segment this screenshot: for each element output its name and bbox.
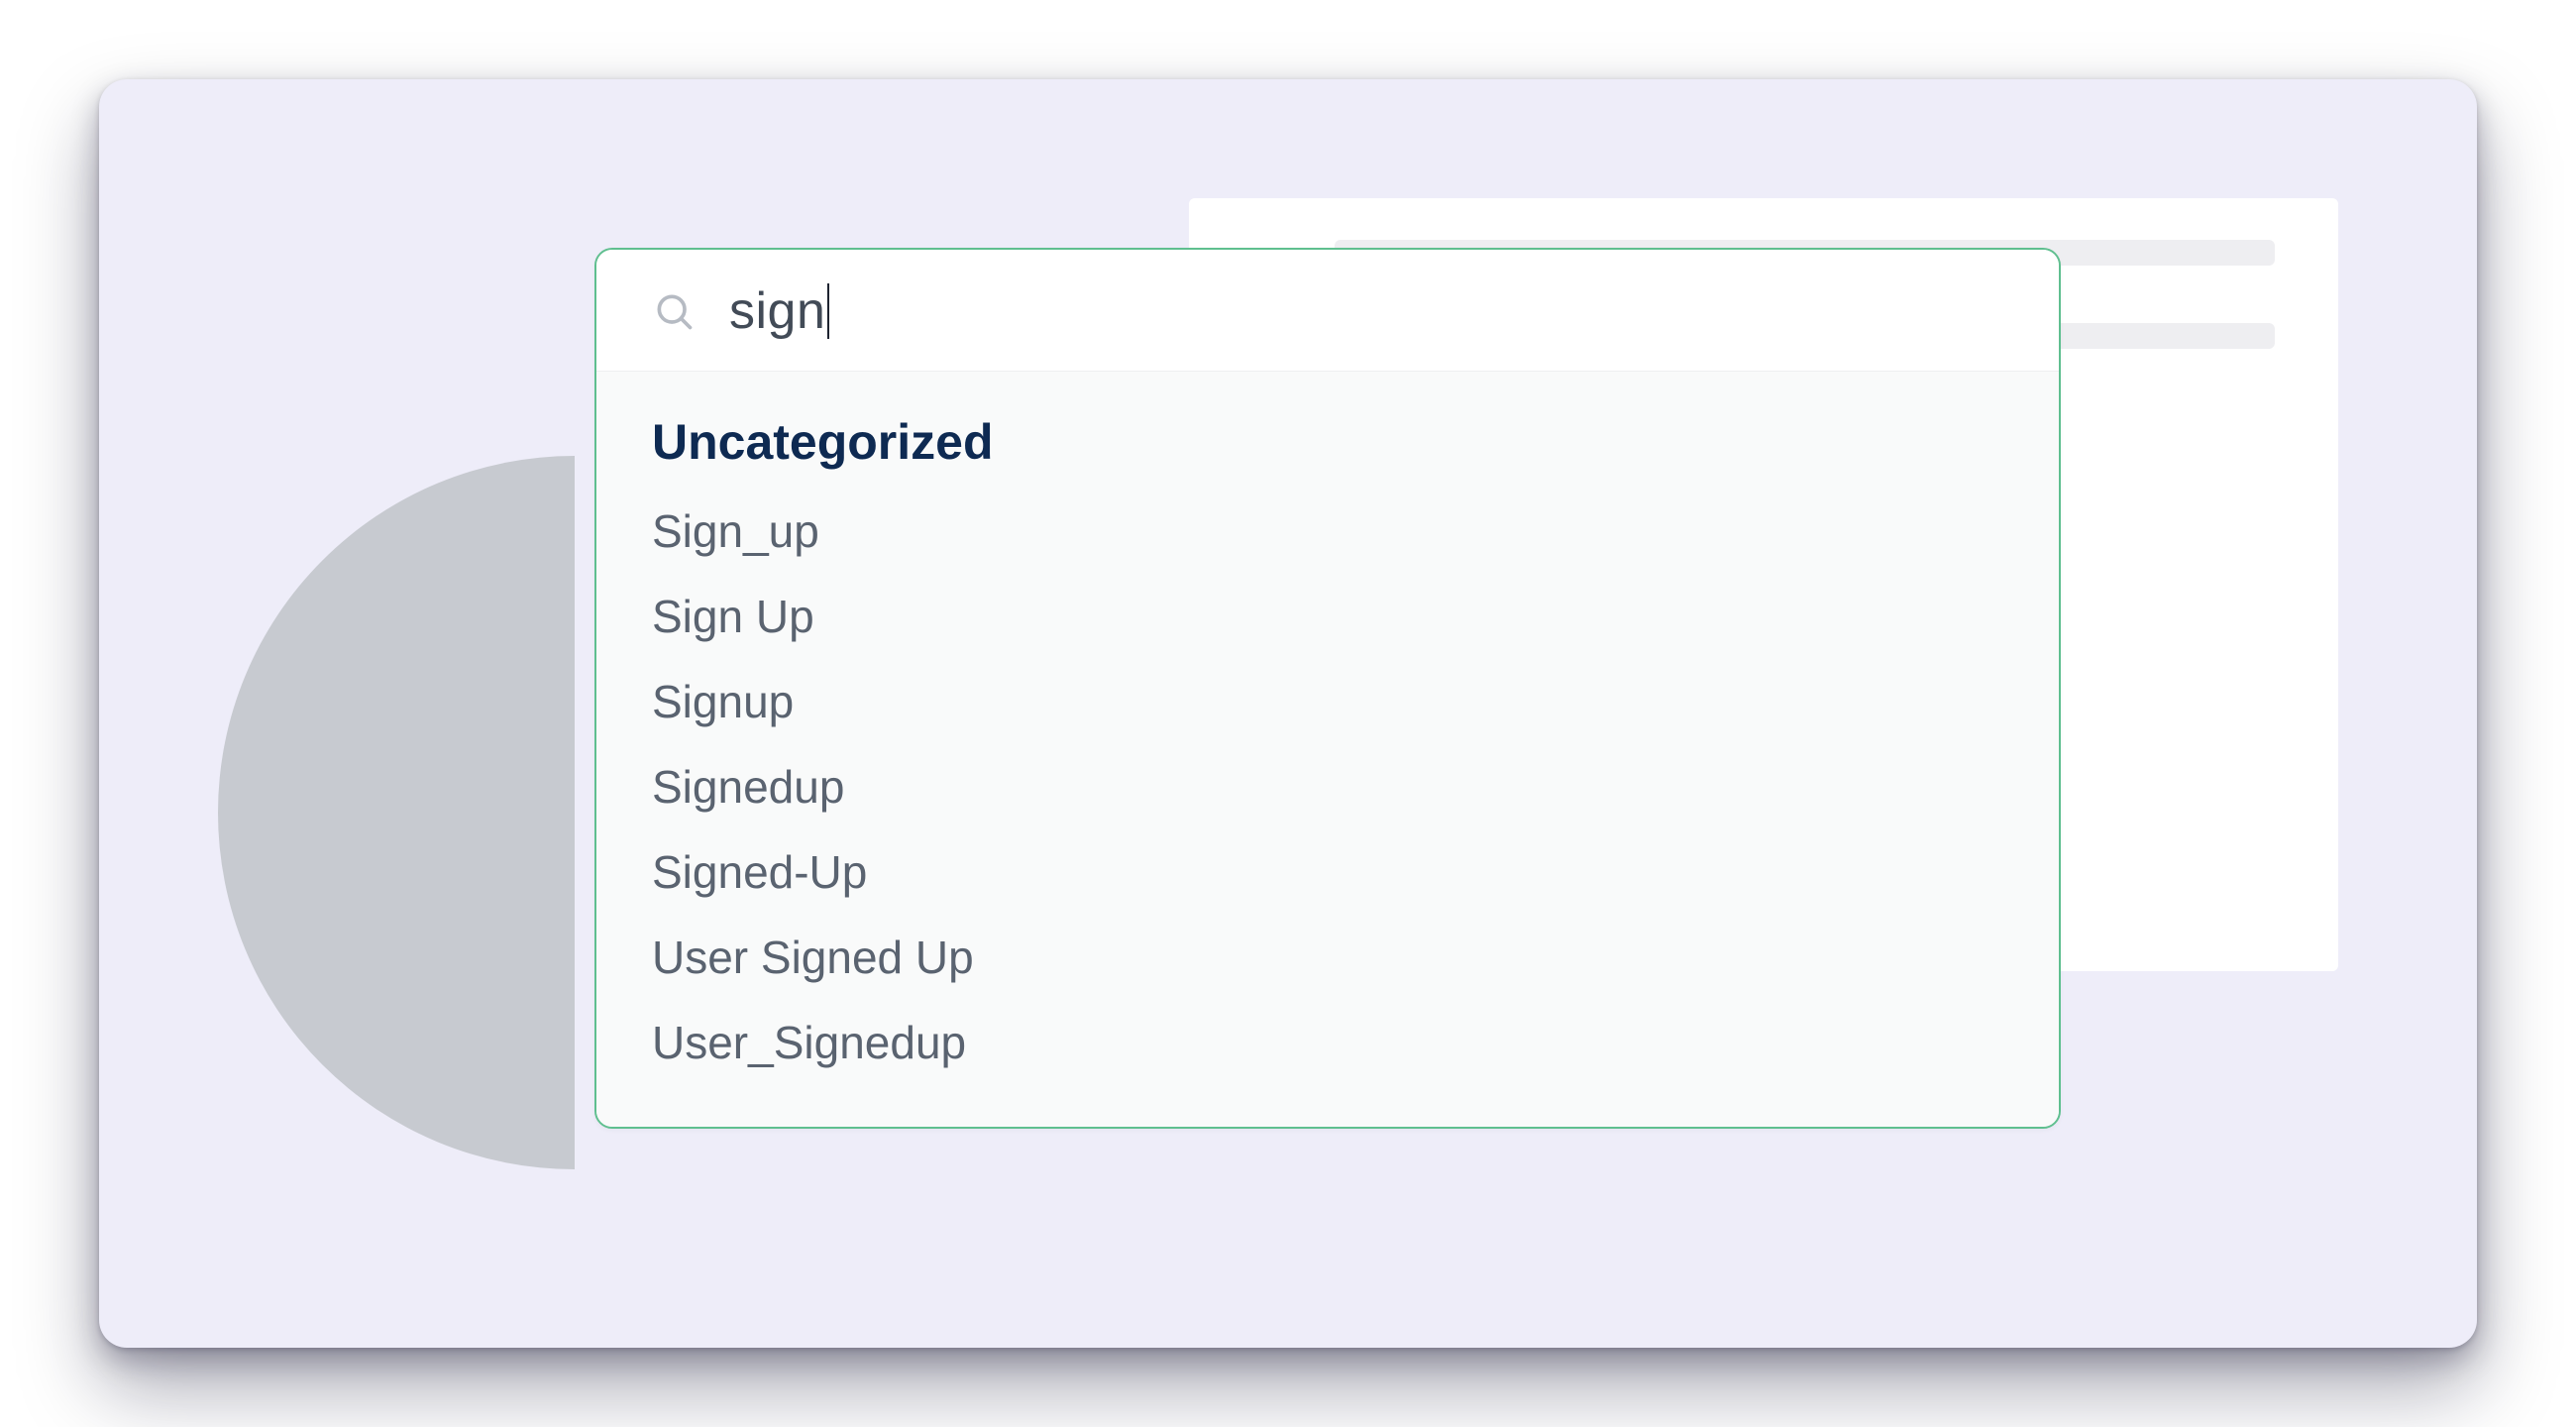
- search-results: Uncategorized Sign_up Sign Up Signup Sig…: [596, 371, 2059, 1127]
- app-card: sign Uncategorized Sign_up Sign Up Signu…: [99, 79, 2477, 1348]
- result-item[interactable]: User Signed Up: [652, 915, 2003, 1000]
- results-group-header: Uncategorized: [652, 401, 2003, 489]
- search-icon: [652, 289, 696, 333]
- result-item[interactable]: Signup: [652, 659, 2003, 744]
- result-item[interactable]: User_Signedup: [652, 1000, 2003, 1085]
- result-item[interactable]: Sign Up: [652, 574, 2003, 659]
- search-query-text[interactable]: sign: [729, 281, 829, 341]
- search-query-value: sign: [729, 281, 825, 341]
- search-dropdown: sign Uncategorized Sign_up Sign Up Signu…: [594, 248, 2061, 1129]
- result-item[interactable]: Sign_up: [652, 489, 2003, 574]
- result-item[interactable]: Signedup: [652, 744, 2003, 829]
- search-input-row[interactable]: sign: [596, 250, 2059, 371]
- result-item[interactable]: Signed-Up: [652, 829, 2003, 915]
- text-caret: [827, 283, 829, 339]
